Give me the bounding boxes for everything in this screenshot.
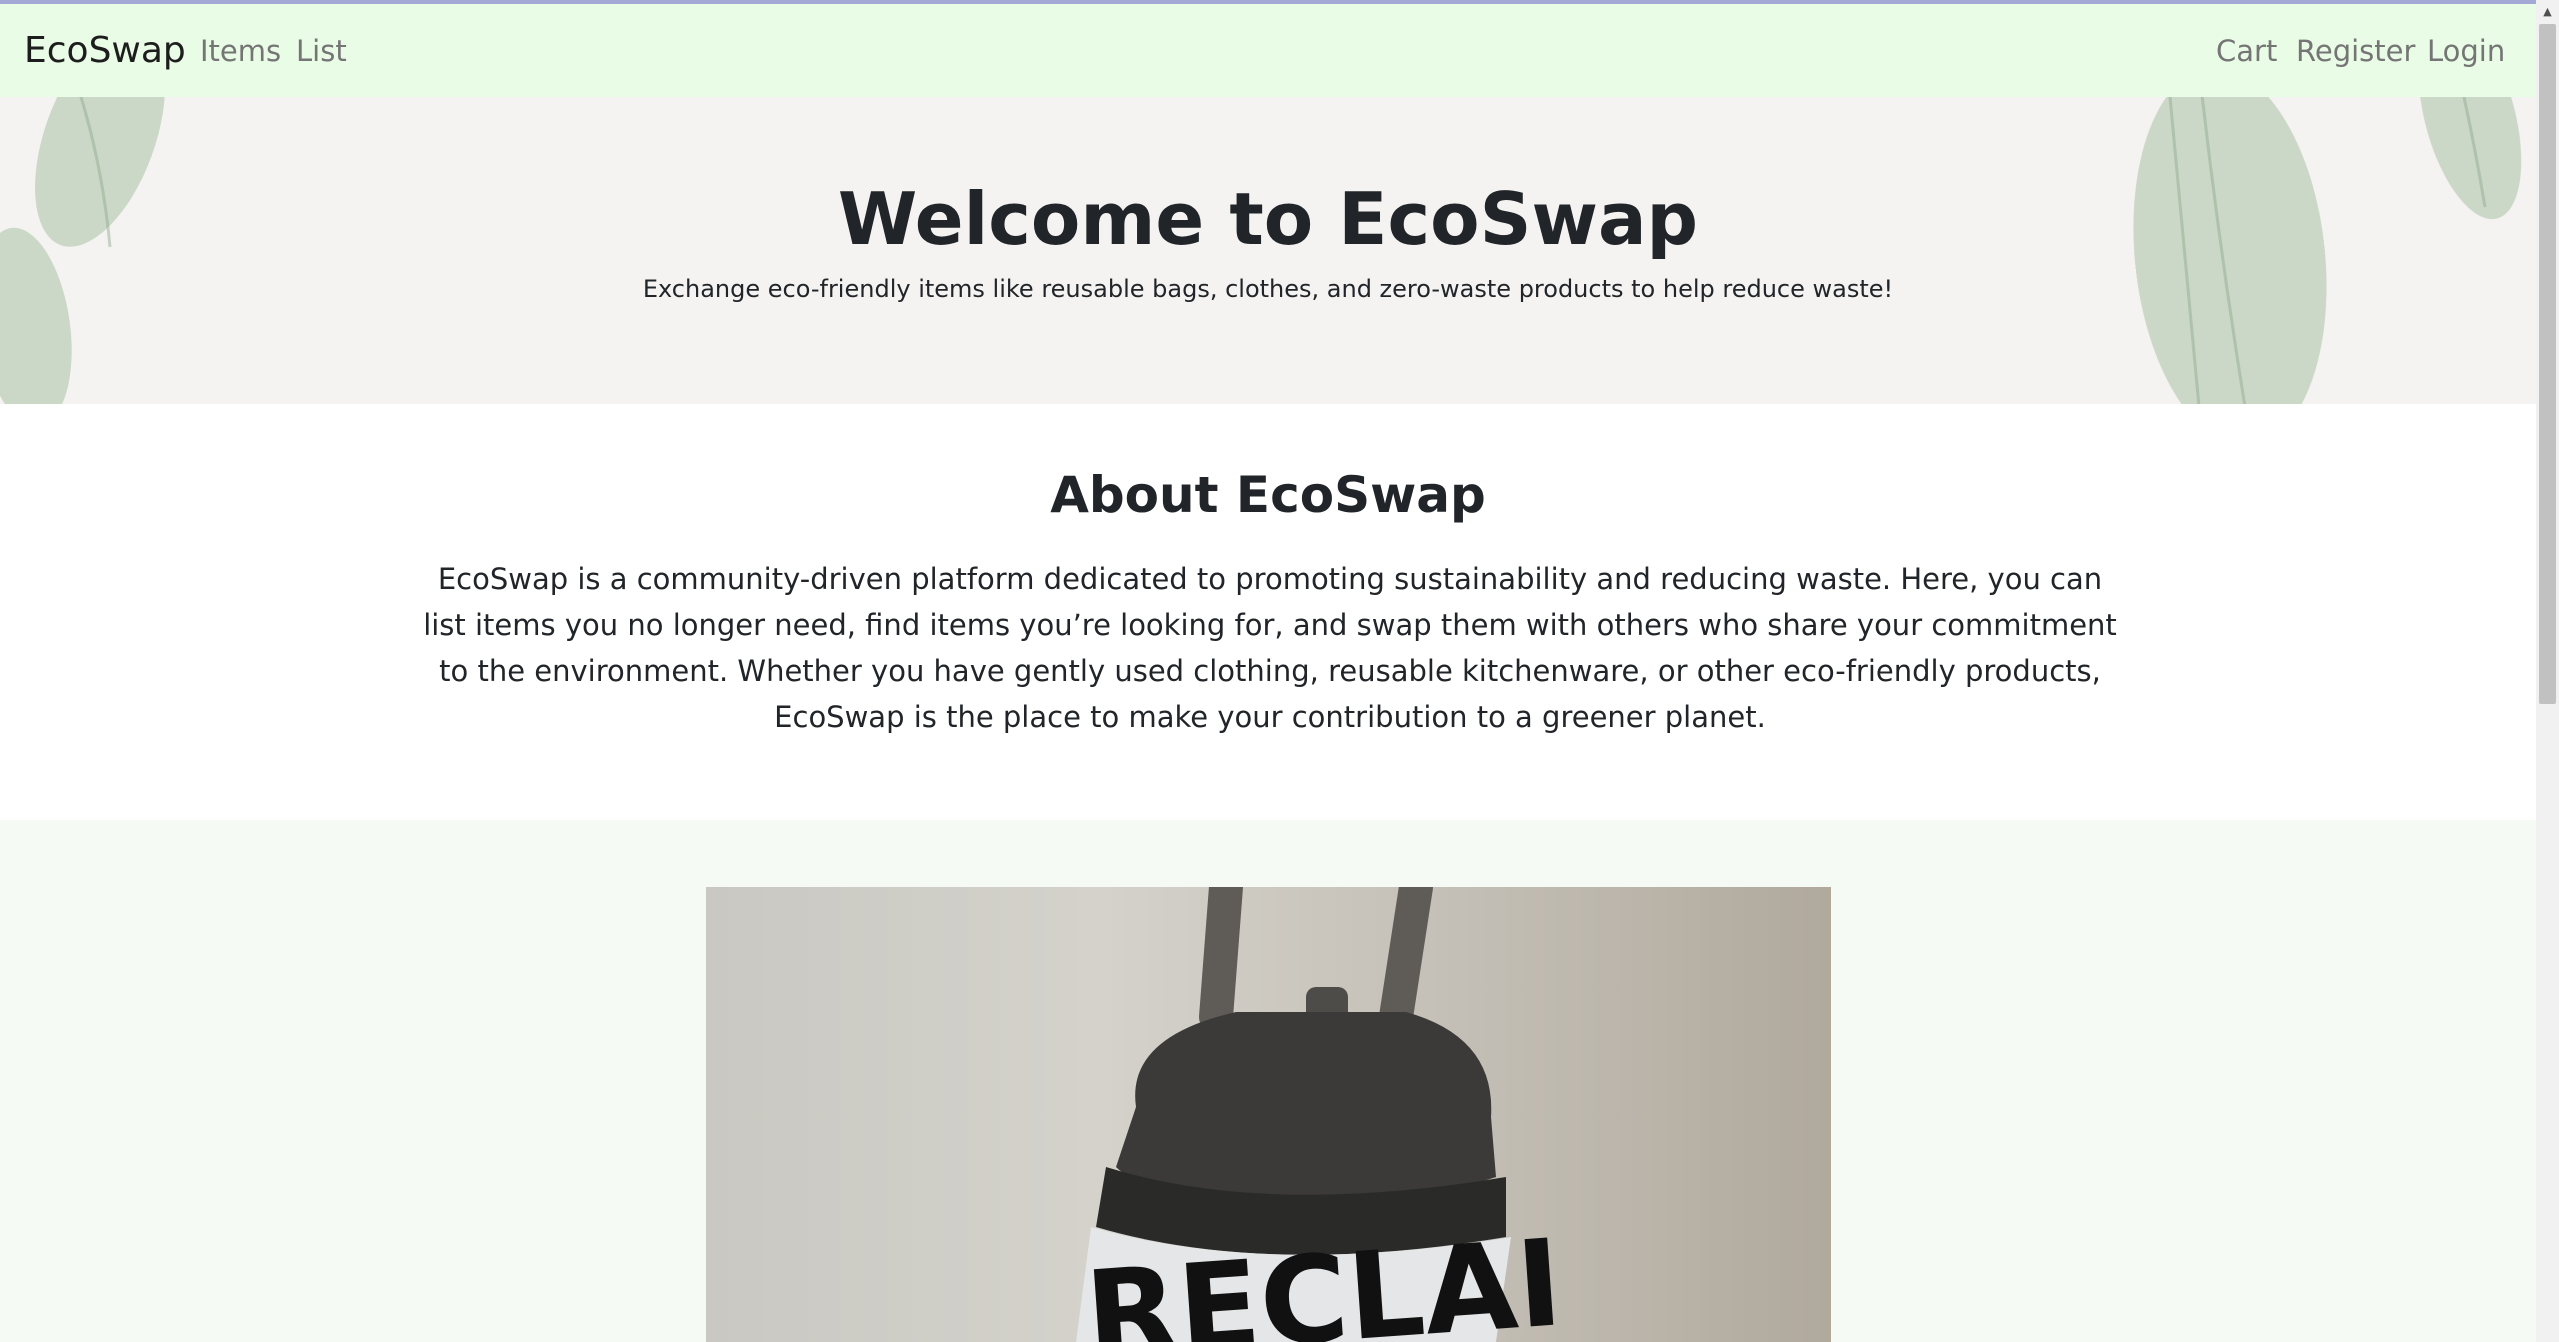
- items-section: RECLAI: [0, 820, 2536, 1342]
- nav-link-login[interactable]: Login: [2427, 34, 2505, 68]
- about-description: EcoSwap is a community-driven platform d…: [423, 562, 2117, 734]
- navbar: EcoSwap Items List Cart Register Login: [0, 4, 2536, 97]
- about-title: About EcoSwap: [1050, 466, 1486, 524]
- hero-subtitle: Exchange eco-friendly items like reusabl…: [642, 275, 1894, 303]
- about-section: About EcoSwap EcoSwap is a community-dri…: [0, 404, 2536, 820]
- hero-title: Welcome to EcoSwap: [837, 177, 1699, 261]
- water-bottle-image: RECLAI: [1076, 887, 1566, 1342]
- scroll-thumb[interactable]: [2539, 24, 2556, 704]
- nav-link-items[interactable]: Items: [200, 34, 281, 68]
- nav-link-list[interactable]: List: [296, 34, 347, 68]
- nav-link-cart[interactable]: Cart: [2216, 34, 2277, 68]
- hero-banner: Welcome to EcoSwap Exchange eco-friendly…: [0, 97, 2536, 404]
- item-photo[interactable]: RECLAI: [706, 887, 1831, 1342]
- brand-link[interactable]: EcoSwap: [24, 30, 186, 71]
- page-scrollbar[interactable]: ▲: [2536, 0, 2559, 1342]
- nav-link-register[interactable]: Register: [2296, 34, 2415, 68]
- scroll-up-arrow-icon[interactable]: ▲: [2536, 0, 2559, 23]
